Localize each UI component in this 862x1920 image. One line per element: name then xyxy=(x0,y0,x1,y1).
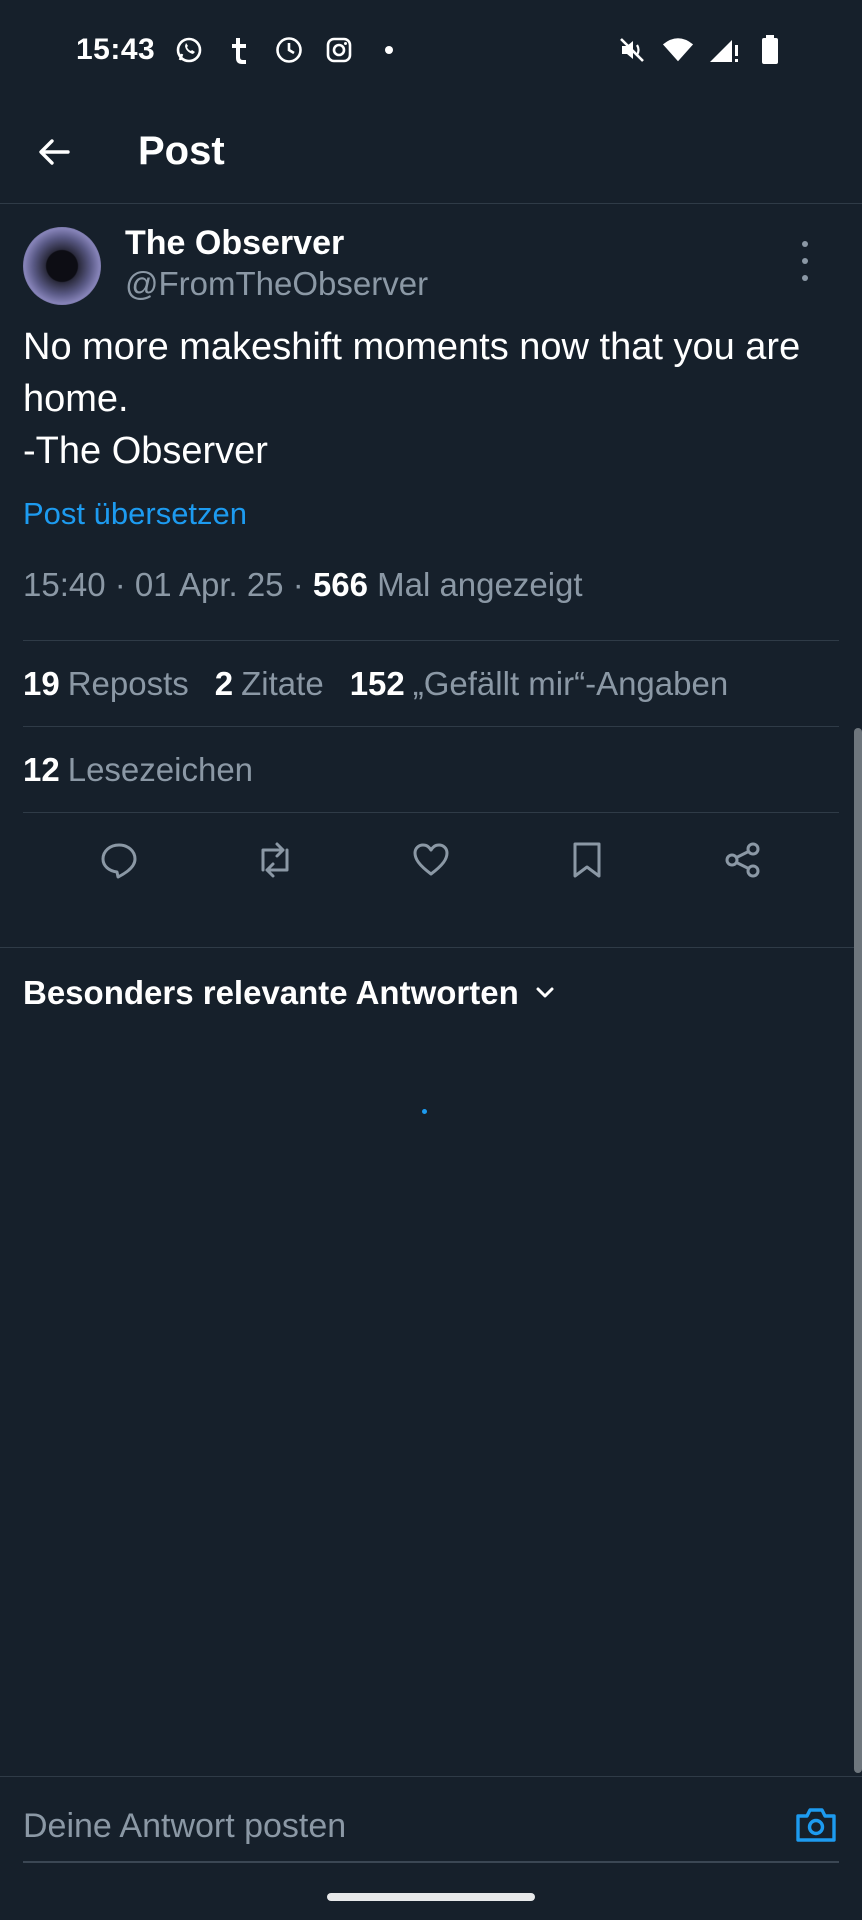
whatsapp-icon xyxy=(173,34,205,66)
reply-input[interactable] xyxy=(23,1791,839,1863)
quotes-stat[interactable]: 2 Zitate xyxy=(215,665,324,703)
post-timestamp: 15:40 · 01 Apr. 25 · xyxy=(23,566,313,603)
page-title: Post xyxy=(138,129,225,173)
post-text: No more makeshift moments now that you a… xyxy=(23,321,833,477)
signal-icon xyxy=(708,34,740,66)
reply-composer xyxy=(0,1776,862,1886)
back-button[interactable] xyxy=(0,100,108,204)
status-left: 15:43 xyxy=(76,33,405,67)
more-dot-icon xyxy=(802,275,808,281)
wifi-icon xyxy=(662,34,694,66)
bookmark-icon xyxy=(573,842,601,878)
share-icon xyxy=(725,842,760,878)
likes-label: „Gefällt mir“-Angaben xyxy=(412,664,729,702)
post-meta: 15:40 · 01 Apr. 25 · 566 Mal angezeigt xyxy=(23,563,839,641)
repost-icon xyxy=(261,842,289,878)
post-detail: The Observer @FromTheObserver No more ma… xyxy=(0,205,862,907)
status-right xyxy=(616,34,786,66)
author-info[interactable]: The Observer @FromTheObserver xyxy=(125,223,428,305)
dot-icon xyxy=(373,34,405,66)
camera-button[interactable] xyxy=(794,1805,838,1845)
share-button[interactable] xyxy=(713,830,773,890)
post-author-row: The Observer @FromTheObserver xyxy=(23,205,839,317)
post-text-signature: -The Observer xyxy=(23,430,268,472)
replies-sort-dropdown[interactable]: Besonders relevante Antworten xyxy=(23,968,557,1018)
arrow-left-icon xyxy=(39,138,70,165)
post-action-bar xyxy=(23,813,839,907)
camera-icon xyxy=(796,1808,836,1842)
bookmarks-stat[interactable]: 12 Lesezeichen xyxy=(23,751,253,789)
bookmarks-count: 12 xyxy=(23,750,60,788)
reposts-stat[interactable]: 19 Reposts xyxy=(23,665,189,703)
scrollbar[interactable] xyxy=(854,728,862,1773)
avatar[interactable] xyxy=(23,227,101,305)
reposts-count: 19 xyxy=(23,664,60,702)
bookmark-button[interactable] xyxy=(557,830,617,890)
views-label: Mal angezeigt xyxy=(367,566,583,603)
likes-count: 152 xyxy=(349,664,405,702)
more-dot-icon xyxy=(802,258,808,264)
author-handle[interactable]: @FromTheObserver xyxy=(125,263,428,305)
loading-indicator xyxy=(422,1109,427,1114)
chevron-down-icon xyxy=(536,987,554,998)
bookmarks-label: Lesezeichen xyxy=(67,750,254,788)
mute-icon xyxy=(616,34,648,66)
quotes-count: 2 xyxy=(214,664,234,702)
reposts-label: Reposts xyxy=(67,664,189,702)
replies-sort-label: Besonders relevante Antworten xyxy=(23,974,519,1011)
quotes-label: Zitate xyxy=(241,664,324,702)
status-bar: 15:43 xyxy=(0,0,862,100)
more-dot-icon xyxy=(802,241,808,247)
author-name[interactable]: The Observer xyxy=(125,223,428,263)
reply-icon xyxy=(101,843,137,879)
reply-button[interactable] xyxy=(89,830,149,890)
tumblr-icon xyxy=(223,34,255,66)
post-text-body: No more makeshift moments now that you a… xyxy=(23,326,801,420)
app-root: 15:43 Post The Observer @FromTheObserver… xyxy=(0,0,862,1920)
like-icon xyxy=(413,843,449,876)
instagram-icon xyxy=(323,34,355,66)
clock-icon xyxy=(273,34,305,66)
views-count[interactable]: 566 xyxy=(313,566,368,603)
home-indicator[interactable] xyxy=(327,1893,535,1901)
top-app-bar: Post xyxy=(0,100,862,204)
more-options-button[interactable] xyxy=(793,241,817,281)
battery-icon xyxy=(754,34,786,66)
like-button[interactable] xyxy=(401,830,461,890)
translate-post-link[interactable]: Post übersetzen xyxy=(23,491,839,537)
engagement-stats: 19 Reposts 2 Zitate 152 „Gefällt mir“-Angab… xyxy=(23,641,839,727)
status-time: 15:43 xyxy=(76,33,156,66)
repost-button[interactable] xyxy=(245,830,305,890)
bookmarks-stat-row: 12 Lesezeichen xyxy=(23,727,839,813)
section-divider xyxy=(0,947,862,948)
likes-stat[interactable]: 152 „Gefällt mir“-Angaben xyxy=(350,665,729,703)
